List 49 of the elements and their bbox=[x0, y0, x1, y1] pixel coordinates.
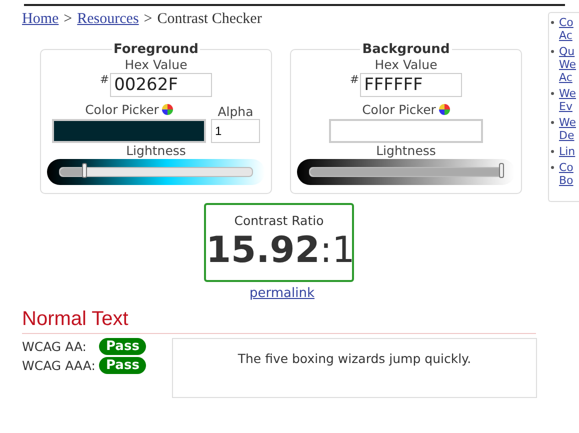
hash-symbol: # bbox=[100, 73, 110, 86]
hex-input[interactable]: FFFFFF bbox=[360, 73, 462, 97]
color-swatch[interactable] bbox=[52, 119, 206, 143]
bullet-icon bbox=[551, 21, 554, 24]
color-picker-label: Color Picker bbox=[85, 102, 159, 117]
hash-symbol: # bbox=[350, 73, 360, 86]
permalink-link[interactable]: permalink bbox=[250, 286, 314, 301]
lightness-label: Lightness bbox=[376, 143, 436, 158]
color-wheel-icon bbox=[162, 104, 173, 115]
panel-title: Foreground bbox=[112, 42, 200, 57]
lightness-label: Lightness bbox=[126, 143, 186, 158]
color-wheel-icon bbox=[438, 104, 450, 115]
sample-text: The five boxing wizards jump quickly. bbox=[238, 351, 472, 368]
breadcrumb-text: Contrast Checker bbox=[157, 11, 262, 28]
hex-label: Hex Value bbox=[374, 57, 438, 72]
pass-badge: Pass bbox=[99, 357, 146, 374]
bullet-icon bbox=[551, 121, 554, 124]
sidebar-link[interactable]: Co Ac bbox=[559, 16, 574, 42]
sidebar-link[interactable]: Co Bo bbox=[559, 161, 574, 187]
hex-input[interactable]: 00262F bbox=[110, 73, 212, 97]
breadcrumb-text: > bbox=[144, 11, 152, 28]
bullet-icon bbox=[551, 166, 554, 169]
sidebar-link[interactable]: We Ev bbox=[559, 87, 576, 113]
bullet-icon bbox=[551, 150, 554, 153]
section-heading: Normal Text bbox=[22, 308, 536, 334]
bullet-icon bbox=[551, 92, 554, 95]
contrast-ratio-label: Contrast Ratio bbox=[233, 213, 325, 228]
bullet-icon bbox=[551, 50, 554, 53]
wcag-label: WCAG AA: bbox=[22, 339, 88, 354]
color-picker-label: Color Picker bbox=[362, 102, 436, 117]
alpha-label: Alpha bbox=[218, 104, 254, 119]
ratio-suffix: :1 bbox=[320, 230, 355, 271]
contrast-ratio-value: 15.92 bbox=[206, 230, 320, 271]
panel-title: Background bbox=[361, 42, 451, 57]
lightness-slider[interactable] bbox=[297, 159, 515, 185]
slider-thumb[interactable] bbox=[499, 163, 504, 178]
slider-thumb[interactable] bbox=[82, 163, 87, 178]
breadcrumb-link[interactable]: Home bbox=[22, 11, 59, 28]
sidebar-link[interactable]: We De bbox=[559, 116, 576, 142]
breadcrumb-text: > bbox=[64, 11, 72, 28]
pass-badge: Pass bbox=[99, 338, 146, 355]
hex-label: Hex Value bbox=[124, 57, 188, 72]
color-swatch[interactable] bbox=[329, 119, 483, 143]
lightness-slider[interactable] bbox=[47, 159, 265, 185]
wcag-label: WCAG AAA: bbox=[22, 358, 96, 373]
breadcrumb-link[interactable]: Resources bbox=[77, 11, 139, 28]
alpha-input[interactable]: 1 bbox=[211, 119, 260, 143]
sidebar-link[interactable]: Lin bbox=[559, 145, 576, 158]
sidebar-link[interactable]: Qu We Ac bbox=[559, 45, 576, 84]
